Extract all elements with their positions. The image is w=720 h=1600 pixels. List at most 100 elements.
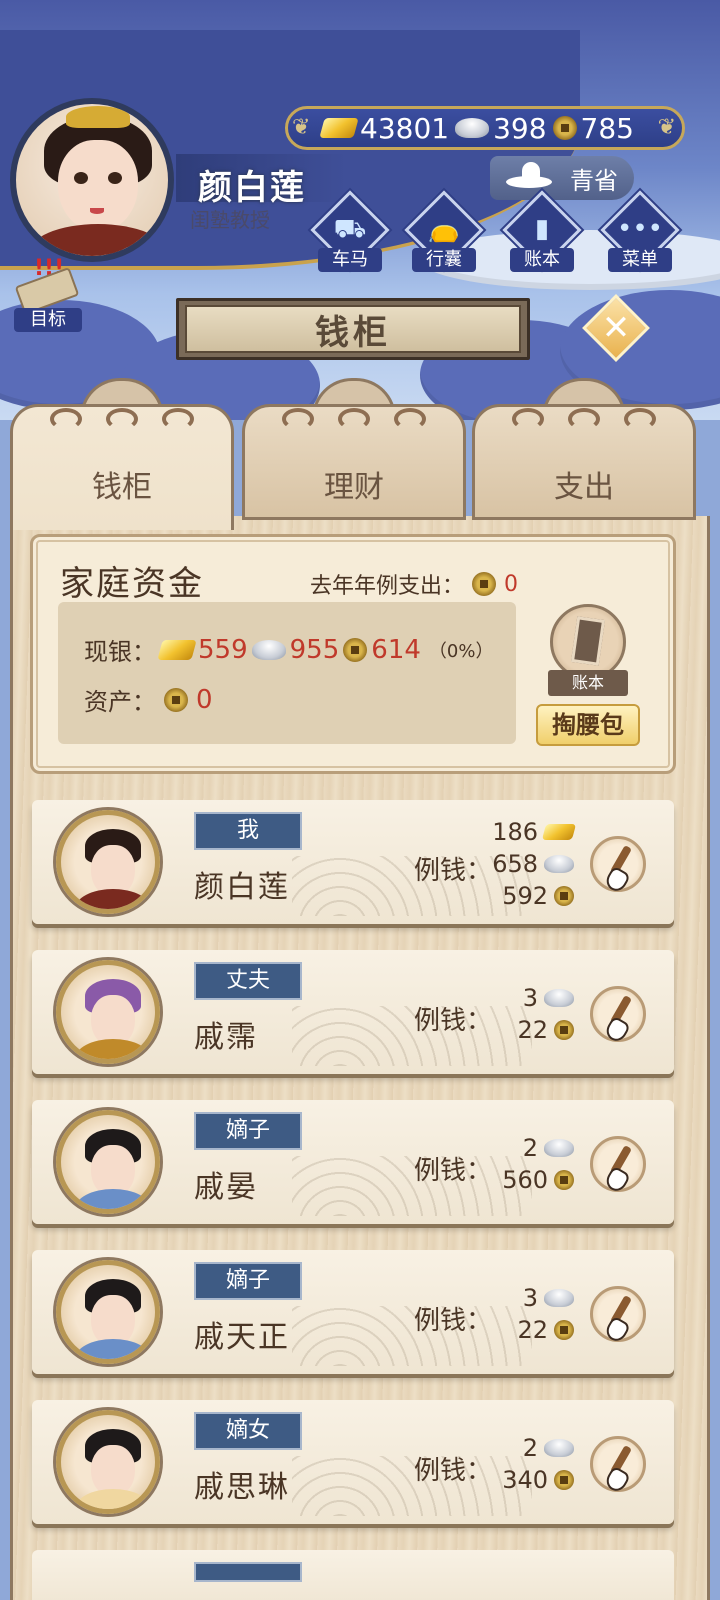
cash-row: 现银： 559 955 614 （0%） [84,632,493,667]
member-avatar[interactable] [56,960,160,1064]
allowance-values: 2 340 [454,1432,574,1496]
allowance-values: 186 658 592 [454,816,577,912]
tab-vault[interactable]: 钱柜 [10,378,234,530]
member-role: 嫡子 [194,1262,302,1300]
tab-finance[interactable]: 理财 [242,378,466,520]
silver-ingot-icon [455,118,490,138]
cash-silver-value: 955 [289,634,340,665]
member-role: 我 [194,812,302,850]
member-card: 我 颜白莲 例钱： 186 658 592 [32,800,674,924]
family-fund-title: 家庭资金 [60,564,204,604]
ledger-menu-button[interactable]: ▮ 账本 [502,190,582,276]
cloud-swirl-icon [50,408,194,436]
allowance-coin: 22 [517,1316,548,1344]
allowance-coin: 560 [502,1166,548,1194]
avatar-face [58,140,138,232]
tab-label: 支出 [554,470,614,505]
member-card: 嫡子 戚晏 例钱： 2 560 [32,1100,674,1224]
pay-from-purse-button[interactable]: 掏腰包 [536,704,640,746]
cash-label: 现银： [84,638,156,666]
player-avatar[interactable] [10,98,174,262]
allowance-silver: 2 [522,1134,538,1162]
carriage-label: 车马 [318,248,382,272]
member-name: 戚天正 [194,1320,290,1355]
copper-coin-icon [554,1470,574,1490]
member-card-partial [32,1550,674,1600]
asset-row: 资产： 0 [84,682,213,717]
silver-ingot-icon [544,855,574,873]
allowance-coin: 22 [517,1016,548,1044]
tab-bar: 钱柜 理财 支出 [10,378,710,530]
page-title-plaque: 钱柜 [176,298,530,360]
target-label: 目标 [14,308,82,332]
copper-coin-icon [343,637,368,662]
silver-ingot-icon [544,1289,574,1307]
hair-ornament-icon [66,106,130,128]
rank-label: 青省 [570,166,618,195]
edit-brush-button[interactable] [590,1136,646,1192]
tab-label: 理财 [324,470,384,505]
member-avatar[interactable] [56,1110,160,1214]
copper-coin-icon [164,687,188,712]
allowance-values: 3 22 [454,1282,574,1346]
gold-ingot-icon [541,824,577,840]
tab-label: 钱柜 [92,470,152,505]
cash-gold-value: 559 [198,634,248,665]
member-avatar[interactable] [56,810,160,914]
member-role [194,1562,302,1582]
luggage-label: 行囊 [412,248,476,272]
avatar-eye [74,172,88,184]
edit-brush-button[interactable] [590,1286,646,1342]
copper-coin-icon [552,116,577,140]
carriage-button[interactable]: ⛟ 车马 [310,190,390,276]
edit-brush-button[interactable] [590,836,646,892]
member-name: 戚晏 [194,1170,258,1205]
allowance-coin: 340 [502,1466,548,1494]
gold-ingot-icon [157,639,197,660]
target-button[interactable]: !!! 目标 [14,256,84,332]
avatar-mouth [90,208,104,214]
ledger-menu-label: 账本 [510,248,574,272]
page-title: 钱柜 [185,305,521,353]
menu-button[interactable]: ••• 菜单 [600,190,680,276]
tab-expenses[interactable]: 支出 [472,378,696,520]
luggage-button[interactable]: 👝 行囊 [404,190,484,276]
member-name: 戚霈 [194,1020,258,1055]
book-icon: ▮ [534,214,550,244]
official-hat-icon [500,162,556,192]
avatar-robe [75,1339,151,1359]
gold-value: 43801 [360,111,450,145]
gold-amount: 43801 [319,111,450,145]
asset-value: 0 [196,684,213,715]
allowance-silver: 3 [522,984,538,1012]
cloud-swirl-icon [512,408,656,436]
carriage-icon: ⛟ [333,214,367,244]
asset-label: 资产： [84,688,156,716]
allowance-silver: 658 [492,850,538,878]
menu-label: 菜单 [608,248,672,272]
ledger-button[interactable]: 账本 [548,604,628,696]
rank-badge[interactable]: 青省 [490,156,634,200]
last-year-value: 0 [504,571,519,597]
cash-percent: （0%） [428,640,494,662]
avatar-robe [75,1039,151,1059]
edit-brush-button[interactable] [590,986,646,1042]
copper-coin-icon [554,1170,574,1190]
member-card: 丈夫 戚霈 例钱： 3 22 [32,950,674,1074]
bag-icon: 👝 [427,214,461,244]
allowance-values: 2 560 [454,1132,574,1196]
member-avatar[interactable] [56,1260,160,1364]
member-role: 丈夫 [194,962,302,1000]
player-title: 闺塾教授 [190,208,270,232]
member-name: 戚思琳 [194,1470,290,1505]
edit-brush-button[interactable] [590,1436,646,1492]
allowance-silver: 2 [522,1434,538,1462]
currency-bar: ❦ 43801 398 785 ❦ [285,106,685,150]
more-dots-icon: ••• [616,214,663,244]
allowance-values: 3 22 [454,982,574,1046]
allowance-silver: 3 [522,1284,538,1312]
member-avatar[interactable] [56,1410,160,1514]
avatar-robe [75,1189,151,1209]
silver-ingot-icon [544,989,574,1007]
copper-coin-icon [554,1020,574,1040]
